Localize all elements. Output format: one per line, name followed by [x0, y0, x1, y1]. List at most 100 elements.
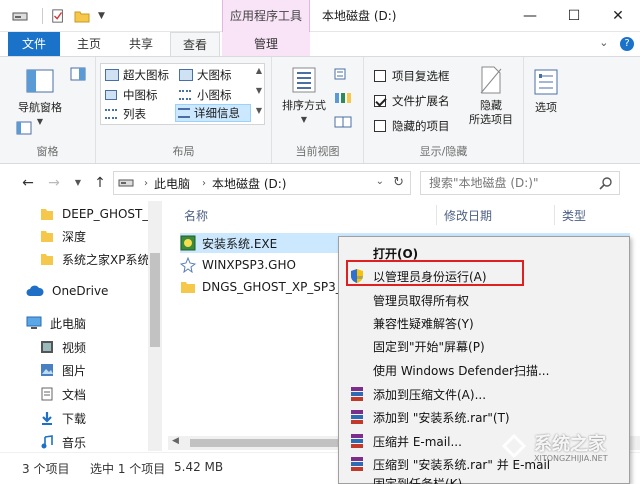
search-input[interactable]: 搜索"本地磁盘 (D:)" — [420, 171, 620, 195]
breadcrumb-this-pc[interactable]: 此电脑 — [154, 175, 190, 192]
properties-icon[interactable] — [50, 9, 66, 23]
nav-item-this-pc[interactable]: 此电脑 — [26, 312, 86, 334]
file-extensions-toggle[interactable]: 文件扩展名 — [374, 92, 450, 110]
tab-manage[interactable]: 管理 — [222, 32, 310, 56]
menu-item-add-to-archive[interactable]: 添加到压缩文件(A)... — [339, 382, 629, 406]
winrar-icon — [351, 410, 363, 424]
layout-scroll-up-icon[interactable]: ▲ — [256, 66, 262, 75]
close-button[interactable]: ✕ — [596, 0, 640, 32]
navigation-pane-button[interactable]: 导航窗格 ▼ — [10, 67, 70, 129]
column-divider[interactable] — [554, 205, 555, 225]
file-extensions-checkbox[interactable] — [374, 95, 386, 107]
address-row: ← → ▼ ↑ › 此电脑 › 本地磁盘 (D:) ⌄ ↻ 搜索"本地磁盘 (D… — [0, 165, 640, 201]
layout-small-icons[interactable]: 小图标 — [177, 86, 232, 104]
watermark-url: XITONGZHIJIA.NET — [534, 454, 608, 463]
layout-list[interactable]: 列表 — [103, 105, 146, 123]
search-placeholder: 搜索"本地磁盘 (D:)" — [429, 176, 539, 190]
menu-item-pin-to-start[interactable]: 固定到"开始"屏幕(P) — [339, 334, 629, 358]
nav-item-label: 下载 — [62, 411, 87, 426]
refresh-icon[interactable]: ↻ — [393, 175, 404, 190]
nav-item-label: DEEP_GHOST_V — [62, 207, 157, 221]
nav-item-deep-ghost[interactable]: DEEP_GHOST_V — [40, 203, 160, 225]
layout-details[interactable]: 详细信息 — [175, 104, 251, 122]
layout-extra-large-icons[interactable]: 超大图标 — [103, 66, 169, 84]
folder-icon — [41, 254, 53, 265]
nav-item-deepin[interactable]: 深度 — [40, 225, 86, 247]
menu-item-take-ownership[interactable]: 管理员取得所有权 — [339, 288, 629, 312]
options-button[interactable]: 选项 — [528, 67, 564, 115]
hidden-items-checkbox[interactable] — [374, 120, 386, 132]
watermark-logo-icon — [501, 433, 527, 459]
nav-item-pictures[interactable]: 图片 — [40, 359, 86, 381]
item-checkboxes-toggle[interactable]: 项目复选框 — [374, 67, 450, 85]
layout-medium-icons[interactable]: 中图标 — [103, 86, 158, 104]
drive-icon[interactable] — [12, 9, 28, 23]
status-item-count: 3 个项目 — [22, 462, 70, 476]
medium-icons-icon — [105, 90, 117, 100]
ribbon-tabs: 文件 主页 共享 查看 管理 ⌄ ? — [0, 32, 640, 57]
drive-icon — [118, 179, 134, 187]
file-list-scrollbar-thumb[interactable] — [190, 439, 350, 447]
breadcrumb-chevron-icon[interactable]: › — [144, 178, 148, 189]
customize-toolbar-chevron-icon[interactable]: ▼ — [98, 11, 105, 21]
breadcrumb-local-disk[interactable]: 本地磁盘 (D:) — [212, 175, 286, 192]
add-columns-icon[interactable] — [334, 91, 352, 105]
dropdown-chevron-icon: ▼ — [300, 115, 308, 124]
scroll-left-icon[interactable]: ◀ — [172, 436, 179, 446]
file-row-winxpsp3-gho[interactable]: WINXPSP3.GHO — [180, 255, 296, 275]
file-row-dngs-ghost-folder[interactable]: DNGS_GHOST_XP_SP3_ — [180, 277, 342, 297]
column-divider[interactable] — [436, 205, 437, 225]
column-header-date-modified[interactable]: 修改日期 — [444, 207, 492, 224]
tab-view[interactable]: 查看 — [170, 32, 220, 57]
column-header-type[interactable]: 类型 — [562, 207, 586, 224]
group-by-icon[interactable] — [334, 67, 352, 81]
up-button[interactable]: ↑ — [92, 175, 108, 191]
size-columns-icon[interactable] — [334, 115, 352, 129]
tab-home[interactable]: 主页 — [66, 32, 112, 56]
menu-item-add-to-rar[interactable]: 添加到 "安装系统.rar"(T) — [339, 405, 629, 429]
forward-button[interactable]: → — [46, 175, 62, 191]
nav-item-videos[interactable]: 视频 — [40, 336, 86, 358]
menu-item-pin-to-taskbar[interactable]: 固定到任务栏(K) — [339, 475, 629, 484]
titlebar-separator — [42, 8, 43, 24]
column-header-name[interactable]: 名称 — [184, 207, 208, 224]
nav-item-xitongzhijia-xp[interactable]: 系统之家XP系统 — [40, 248, 158, 270]
sort-by-button[interactable]: 排序方式 ▼ — [278, 65, 330, 127]
winrar-icon — [351, 387, 363, 401]
layout-more-icon[interactable]: ▼ — [256, 106, 262, 115]
small-icons-icon — [179, 90, 191, 100]
search-icon[interactable] — [599, 176, 613, 190]
menu-item-troubleshoot-compatibility[interactable]: 兼容性疑难解答(Y) — [339, 311, 629, 335]
minimize-button[interactable]: — — [508, 0, 552, 32]
back-button[interactable]: ← — [20, 175, 36, 191]
tab-file[interactable]: 文件 — [8, 32, 60, 56]
nav-item-downloads[interactable]: 下载 — [40, 407, 86, 429]
nav-item-onedrive[interactable]: OneDrive — [26, 280, 108, 302]
item-checkboxes-checkbox[interactable] — [374, 70, 386, 82]
menu-item-scan-defender[interactable]: 使用 Windows Defender扫描... — [339, 358, 629, 382]
navigation-scrollbar-thumb[interactable] — [150, 253, 160, 347]
nav-item-label: OneDrive — [52, 284, 109, 298]
ghost-file-icon — [180, 257, 196, 273]
address-dropdown-icon[interactable]: ⌄ — [376, 176, 384, 187]
navigation-scrollbar[interactable] — [148, 201, 162, 451]
computer-icon — [26, 316, 42, 329]
details-pane-icon[interactable] — [16, 121, 32, 135]
hide-selected-button[interactable]: 隐藏 所选项目 — [462, 65, 520, 127]
new-folder-icon[interactable] — [74, 9, 90, 23]
help-icon[interactable]: ? — [620, 37, 634, 51]
recent-locations-chevron-icon[interactable]: ▼ — [70, 175, 86, 191]
nav-item-documents[interactable]: 文档 — [40, 383, 86, 405]
layout-large-icons[interactable]: 大图标 — [177, 66, 232, 84]
hidden-items-toggle[interactable]: 隐藏的项目 — [374, 117, 450, 135]
folder-icon — [41, 231, 53, 242]
tab-share[interactable]: 共享 — [118, 32, 164, 56]
layout-scroll-down-icon[interactable]: ▼ — [256, 86, 262, 95]
breadcrumb-chevron-icon[interactable]: › — [202, 178, 206, 189]
maximize-button[interactable]: ☐ — [552, 0, 596, 32]
nav-item-music[interactable]: 音乐 — [40, 431, 86, 453]
ribbon-group-show-hide: 项目复选框 文件扩展名 隐藏的项目 隐藏 所选项目 显示/隐藏 — [364, 57, 524, 163]
preview-pane-icon[interactable] — [70, 67, 86, 81]
collapse-ribbon-icon[interactable]: ⌄ — [599, 36, 608, 49]
address-bar[interactable]: › 此电脑 › 本地磁盘 (D:) ⌄ ↻ — [113, 171, 411, 195]
